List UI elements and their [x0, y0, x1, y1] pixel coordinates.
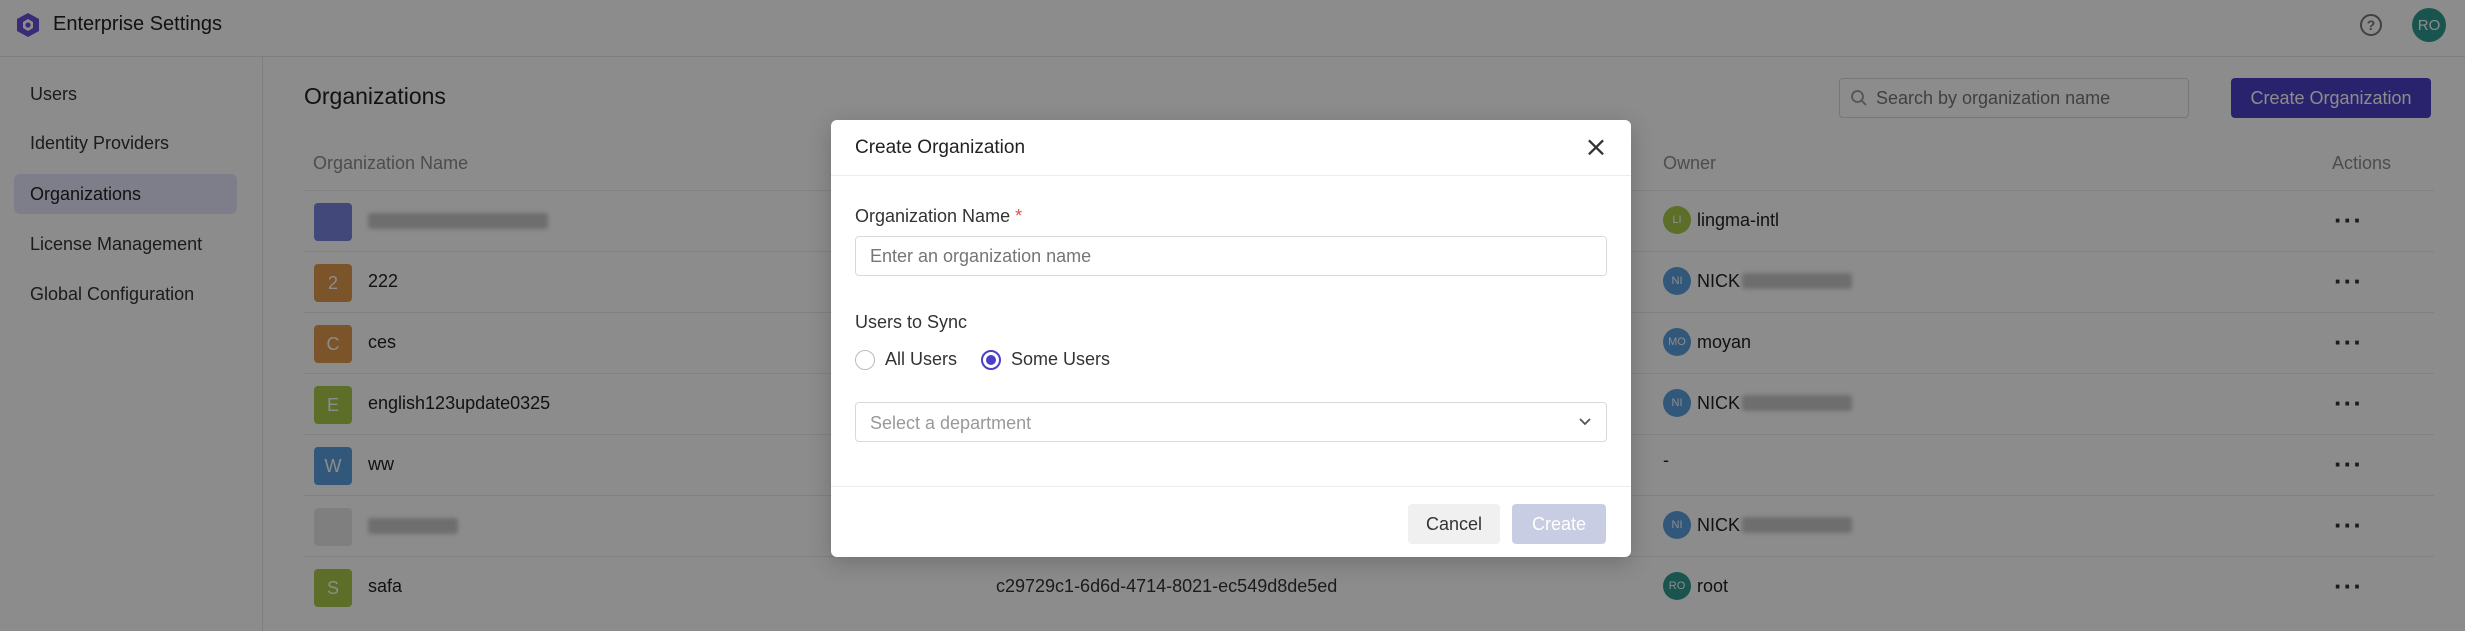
close-icon[interactable]: ×: [1581, 132, 1611, 162]
dialog-title: Create Organization: [855, 137, 1026, 158]
users-to-sync-label: Users to Sync: [855, 312, 968, 332]
users-to-sync-radio-group: All Users Some Users: [855, 349, 1110, 370]
organization-name-input[interactable]: [856, 237, 1606, 275]
radio-all-users-label[interactable]: All Users: [885, 349, 957, 370]
organization-name-label: Organization Name *: [855, 206, 1023, 226]
radio-some-users-label[interactable]: Some Users: [1011, 349, 1110, 370]
chevron-down-icon: [1579, 418, 1591, 426]
department-select[interactable]: Select a department: [855, 402, 1607, 442]
create-organization-dialog: Create Organization × Organization Name …: [831, 120, 1631, 557]
organization-name-field[interactable]: [855, 236, 1607, 276]
department-select-placeholder: Select a department: [870, 413, 1032, 433]
radio-all-users[interactable]: [855, 349, 875, 370]
cancel-button[interactable]: Cancel: [1408, 504, 1500, 544]
dialog-header: Create Organization ×: [831, 120, 1631, 176]
radio-some-users[interactable]: [981, 349, 1002, 370]
dialog-footer-divider: [831, 486, 1631, 487]
create-button[interactable]: Create: [1512, 504, 1606, 544]
